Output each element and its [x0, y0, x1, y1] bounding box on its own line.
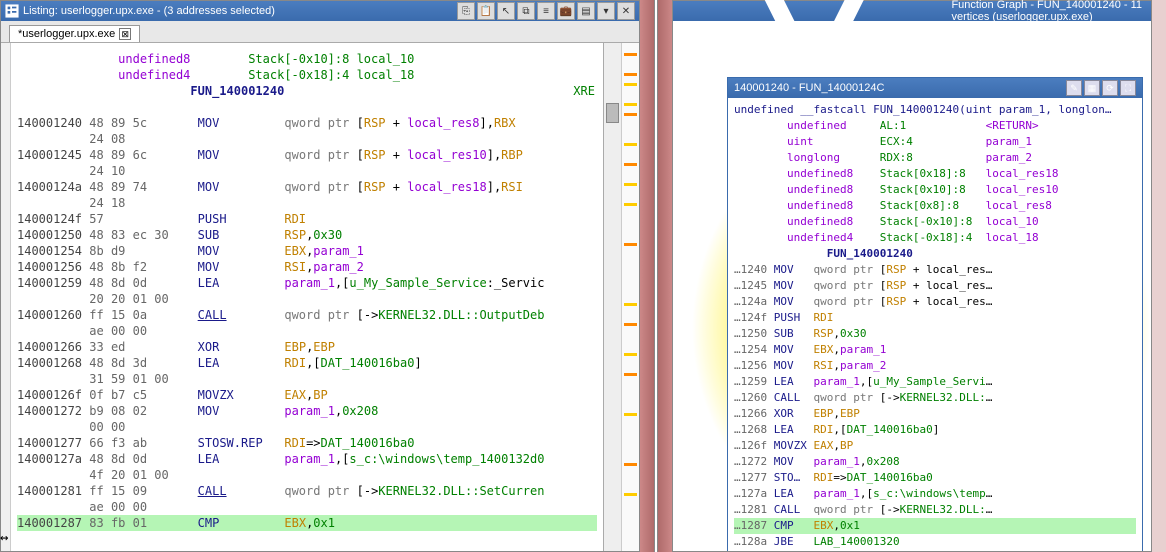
- overview-strip[interactable]: [621, 43, 639, 551]
- edit-icon[interactable]: ✎: [1066, 80, 1082, 96]
- graph-node-140001240[interactable]: 140001240 - FUN_14000124C ✎ ▦ ⟳ ⛶ undefi…: [727, 77, 1143, 551]
- panel-divider[interactable]: [640, 0, 672, 552]
- listing-body: undefined8 Stack[-0x10]:8 local_10 undef…: [1, 43, 639, 551]
- tab-userlogger[interactable]: *userlogger.upx.exe ⊠: [9, 25, 140, 42]
- listing-scrollbar[interactable]: [603, 43, 621, 551]
- node-body[interactable]: undefined __fastcall FUN_140001240(uint …: [728, 98, 1142, 551]
- close-icon[interactable]: ✕: [617, 2, 635, 20]
- tree-icon[interactable]: ⧉: [517, 2, 535, 20]
- node-titlebar[interactable]: 140001240 - FUN_14000124C ✎ ▦ ⟳ ⛶: [728, 78, 1142, 98]
- copy-icon[interactable]: ⎘: [457, 2, 475, 20]
- listing-titlebar: Listing: userlogger.upx.exe - (3 address…: [1, 1, 639, 21]
- node-title: 140001240 - FUN_14000124C: [734, 80, 1066, 96]
- listing-toolbar: ⎘ 📋 ↖ ⧉ ≡ 💼 ▤ ▾ ✕: [457, 2, 635, 20]
- scroll-thumb[interactable]: [606, 103, 619, 123]
- grid-icon[interactable]: ▦: [1084, 80, 1100, 96]
- graph-title: Function Graph - FUN_140001240 - 11 vert…: [951, 0, 1147, 23]
- briefcase-icon[interactable]: 💼: [557, 2, 575, 20]
- listing-gutter: [1, 43, 11, 551]
- graph-canvas[interactable]: 140001240 - FUN_14000124C ✎ ▦ ⟳ ⛶ undefi…: [673, 21, 1151, 551]
- listing-title: Listing: userlogger.upx.exe - (3 address…: [23, 5, 457, 17]
- cursor-indicator: ↔: [0, 530, 8, 546]
- listing-icon: [5, 4, 19, 18]
- tab-close-icon[interactable]: ⊠: [119, 28, 131, 40]
- function-graph-panel: Function Graph - FUN_140001240 - 11 vert…: [672, 0, 1152, 552]
- node-toolbar: ✎ ▦ ⟳ ⛶: [1066, 80, 1136, 96]
- graph-titlebar: Function Graph - FUN_140001240 - 11 vert…: [673, 1, 1151, 21]
- list-icon[interactable]: ≡: [537, 2, 555, 20]
- fullscreen-icon[interactable]: ⛶: [1120, 80, 1136, 96]
- menu-icon[interactable]: ▾: [597, 2, 615, 20]
- doc-icon[interactable]: ▤: [577, 2, 595, 20]
- cursor-icon[interactable]: ↖: [497, 2, 515, 20]
- paste-icon[interactable]: 📋: [477, 2, 495, 20]
- refresh-icon[interactable]: ⟳: [1102, 80, 1118, 96]
- listing-tabbar: *userlogger.upx.exe ⊠: [1, 21, 639, 43]
- listing-code[interactable]: undefined8 Stack[-0x10]:8 local_10 undef…: [11, 43, 603, 551]
- listing-panel: Listing: userlogger.upx.exe - (3 address…: [0, 0, 640, 552]
- tab-label: *userlogger.upx.exe: [18, 28, 115, 40]
